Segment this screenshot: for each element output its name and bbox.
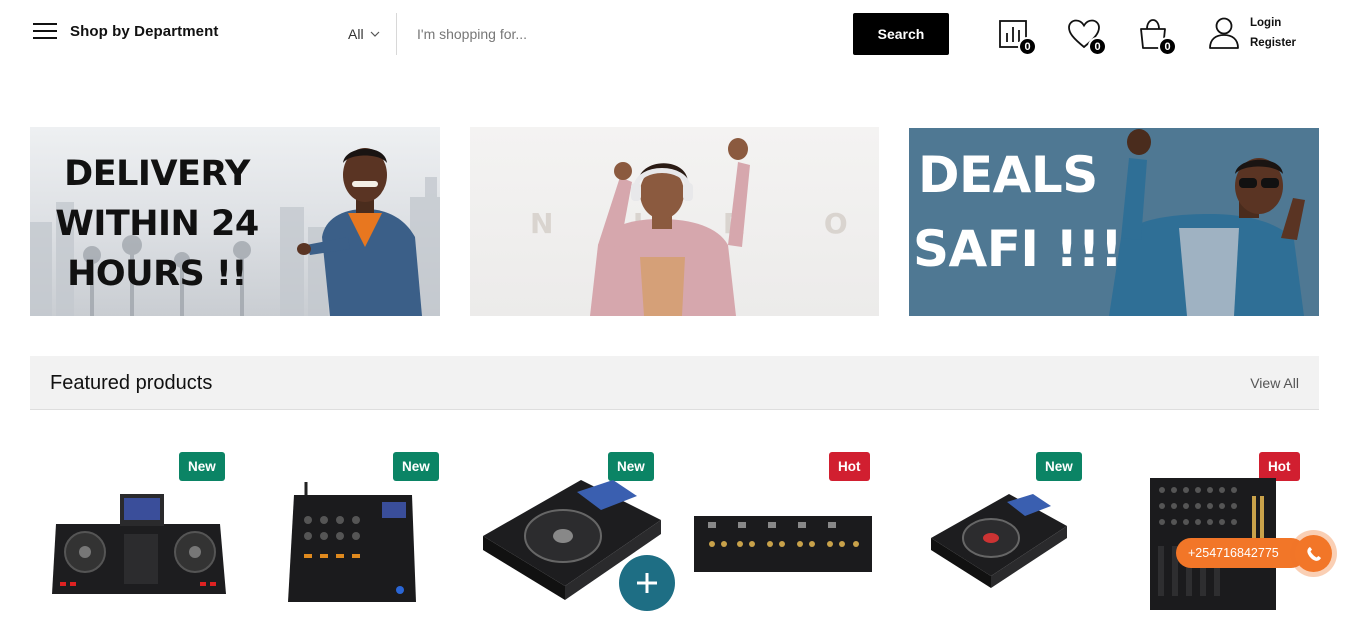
hamburger-menu-icon — [33, 23, 57, 39]
nairobi-banner[interactable]: N I R O B I — [470, 127, 879, 316]
compare-count-badge: 0 — [1018, 37, 1037, 56]
account-links: Login Register — [1250, 17, 1296, 49]
wishlist-button[interactable]: 0 — [1067, 18, 1107, 56]
phone-icon — [1306, 546, 1321, 561]
register-link[interactable]: Register — [1250, 37, 1296, 49]
page: Shop by Department All Search 0 0 — [0, 0, 1349, 643]
search-input[interactable] — [405, 14, 845, 54]
compare-button[interactable]: 0 — [997, 18, 1037, 56]
view-all-link[interactable]: View All — [1250, 375, 1299, 391]
hot-tag: Hot — [829, 452, 870, 481]
login-link[interactable]: Login — [1250, 17, 1296, 29]
product-card[interactable]: Hot — [674, 452, 874, 622]
deals-line-2: SAFI !!! — [913, 220, 1123, 278]
new-tag: New — [179, 452, 225, 481]
product-card[interactable]: Hot — [1104, 452, 1304, 622]
delivery-line-2: WITHIN 24 — [55, 204, 259, 244]
deals-line-1: DEALS — [918, 146, 1098, 204]
call-number-pill[interactable]: +254716842775 — [1176, 538, 1306, 568]
phone-number: +254716842775 — [1188, 546, 1279, 560]
delivery-line-1: DELIVERY — [64, 154, 250, 194]
cart-button[interactable]: 0 — [1137, 18, 1177, 56]
product-card[interactable]: New — [30, 452, 230, 622]
category-select-value: All — [348, 26, 364, 42]
delivery-banner-text: DELIVERY WITHIN 24 HOURS !! — [42, 149, 272, 299]
search-button[interactable]: Search — [853, 13, 949, 55]
featured-title: Featured products — [50, 372, 213, 394]
add-floating-button[interactable] — [619, 555, 675, 611]
category-select[interactable]: All — [348, 26, 380, 42]
cdj-player-icon — [931, 494, 1067, 588]
call-button-inner — [1295, 535, 1332, 572]
dancing-woman-image — [590, 138, 750, 316]
search-divider — [396, 13, 397, 55]
delivery-banner[interactable]: DELIVERY WITHIN 24 HOURS !! — [30, 127, 440, 316]
delivery-line-3: HOURS !! — [67, 254, 247, 294]
user-icon[interactable] — [1208, 16, 1240, 50]
product-card[interactable]: New — [244, 452, 444, 622]
account-area: Login Register — [1208, 16, 1296, 50]
new-tag: New — [393, 452, 439, 481]
new-tag: New — [1036, 452, 1082, 481]
department-label: Shop by Department — [70, 22, 219, 40]
rack-mixer-icon — [694, 516, 872, 572]
product-card[interactable]: New — [889, 452, 1089, 622]
wishlist-count-badge: 0 — [1088, 37, 1107, 56]
dj-mixer-icon — [288, 482, 416, 602]
chevron-down-icon — [370, 31, 379, 37]
plus-icon — [637, 573, 657, 593]
deals-banner[interactable]: DEALS SAFI !!! — [909, 128, 1319, 316]
featured-products-header: Featured products View All — [30, 356, 1319, 410]
site-header: Shop by Department All Search 0 0 — [0, 0, 1349, 70]
call-button[interactable] — [1290, 530, 1337, 577]
shop-by-department-button[interactable]: Shop by Department — [33, 22, 218, 40]
dj-controller-icon — [52, 494, 226, 594]
cart-count-badge: 0 — [1158, 37, 1177, 56]
